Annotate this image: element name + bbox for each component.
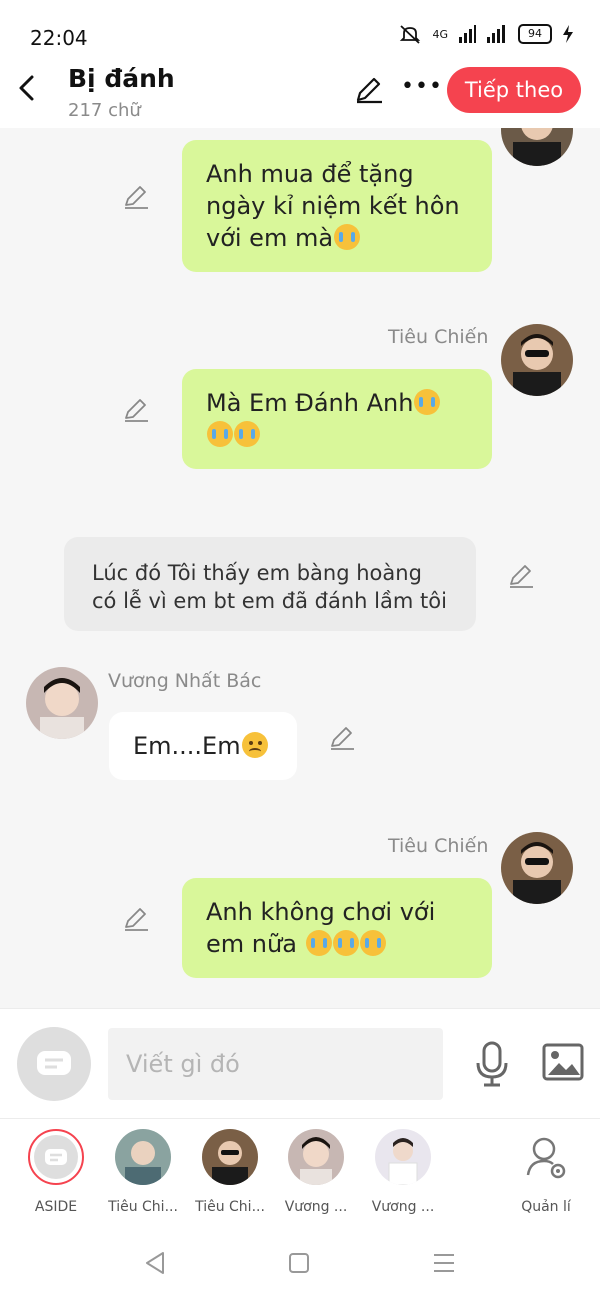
word-count: 217 chữ <box>68 100 141 121</box>
back-arrow-icon[interactable] <box>16 74 38 102</box>
edit-title-icon[interactable] <box>354 74 384 104</box>
manage-characters-button[interactable]: Quản lí <box>506 1129 586 1215</box>
character-bar: ASIDE Tiêu Chi... Tiêu Chi... Vương ... … <box>0 1118 600 1231</box>
edit-message-icon[interactable] <box>508 563 534 589</box>
nav-home-icon[interactable] <box>288 1252 310 1274</box>
status-icons: 4G 94 <box>398 24 574 44</box>
status-bar: 22:04 4G 94 <box>0 0 600 60</box>
story-title: Bị đánh <box>68 64 175 93</box>
character-label: Vương ... <box>371 1199 435 1215</box>
avatar[interactable] <box>501 324 573 396</box>
charging-icon <box>563 25 573 43</box>
chat-area[interactable]: Anh mua để tặng ngày kỉ niệm kết hôn với… <box>0 128 600 1008</box>
character-2[interactable]: Tiêu Chi... <box>190 1129 270 1215</box>
edit-message-icon[interactable] <box>329 725 355 751</box>
message-bubble[interactable]: Em....Em <box>109 712 297 780</box>
character-label: Vương ... <box>284 1199 348 1215</box>
avatar <box>288 1129 344 1185</box>
message-text: Mà Em Đánh Anh <box>206 389 414 417</box>
crying-emoji-icon <box>305 930 332 956</box>
speaker-name: Vương Nhất Bác <box>108 670 262 692</box>
crying-emoji-icon <box>359 930 386 956</box>
more-options-icon[interactable]: ••• <box>401 74 443 99</box>
microphone-icon[interactable] <box>474 1041 510 1087</box>
message-text: Em....Em <box>133 732 241 760</box>
input-bar: Viết gì đó <box>0 1008 600 1119</box>
crying-emoji-icon <box>207 421 233 447</box>
avatar <box>375 1129 431 1185</box>
sad-emoji-icon <box>241 732 268 758</box>
character-label: Quản lí <box>521 1199 571 1215</box>
edit-message-icon[interactable] <box>123 184 149 210</box>
signal-icon-2 <box>487 25 505 43</box>
signal-icon <box>459 25 476 43</box>
chat-bubble-icon <box>37 1051 71 1075</box>
character-aside[interactable]: ASIDE <box>16 1129 96 1215</box>
narration-bubble[interactable]: Lúc đó Tôi thấy em bàng hoàng có lễ vì e… <box>64 537 476 631</box>
system-nav-bar <box>0 1230 600 1300</box>
avatar[interactable] <box>26 667 98 739</box>
speaker-name: Tiêu Chiến <box>388 835 489 857</box>
character-3[interactable]: Vương ... <box>276 1129 356 1215</box>
character-label: ASIDE <box>34 1199 78 1215</box>
nav-back-icon[interactable] <box>143 1250 167 1276</box>
battery-icon: 94 <box>518 24 552 44</box>
message-bubble[interactable]: Anh mua để tặng ngày kỉ niệm kết hôn với… <box>182 140 492 272</box>
avatar[interactable] <box>501 128 573 166</box>
crying-emoji-icon <box>334 224 361 250</box>
network-label: 4G <box>432 27 448 41</box>
character-label: Tiêu Chi... <box>195 1199 265 1215</box>
mute-icon <box>400 25 421 44</box>
avatar <box>115 1129 171 1185</box>
manage-user-icon <box>518 1129 574 1185</box>
avatar <box>202 1129 258 1185</box>
edit-message-icon[interactable] <box>123 906 149 932</box>
avatar[interactable] <box>501 832 573 904</box>
edit-message-icon[interactable] <box>123 397 149 423</box>
character-4[interactable]: Vương ... <box>363 1129 443 1215</box>
character-1[interactable]: Tiêu Chi... <box>103 1129 183 1215</box>
chat-bubble-icon <box>34 1135 78 1179</box>
message-bubble[interactable]: Mà Em Đánh Anh <box>182 369 492 469</box>
message-bubble[interactable]: Anh không chơi với em nữa <box>182 878 492 978</box>
character-label: Tiêu Chi... <box>108 1199 178 1215</box>
next-button[interactable]: Tiếp theo <box>447 67 581 113</box>
crying-emoji-icon <box>332 930 359 956</box>
status-time: 22:04 <box>30 26 88 50</box>
crying-emoji-icon <box>414 389 441 415</box>
image-icon[interactable] <box>542 1043 584 1081</box>
speaker-name: Tiêu Chiến <box>388 326 489 348</box>
avatar <box>28 1129 84 1185</box>
narration-text: Lúc đó Tôi thấy em bàng hoàng có lễ vì e… <box>92 561 447 613</box>
story-header: Bị đánh 217 chữ ••• Tiếp theo <box>0 60 600 128</box>
aside-toggle-button[interactable] <box>17 1027 91 1101</box>
message-input[interactable]: Viết gì đó <box>108 1028 443 1100</box>
crying-emoji-icon <box>234 421 260 447</box>
message-text: Anh mua để tặng ngày kỉ niệm kết hôn với… <box>206 160 460 252</box>
nav-menu-icon[interactable] <box>432 1252 456 1274</box>
